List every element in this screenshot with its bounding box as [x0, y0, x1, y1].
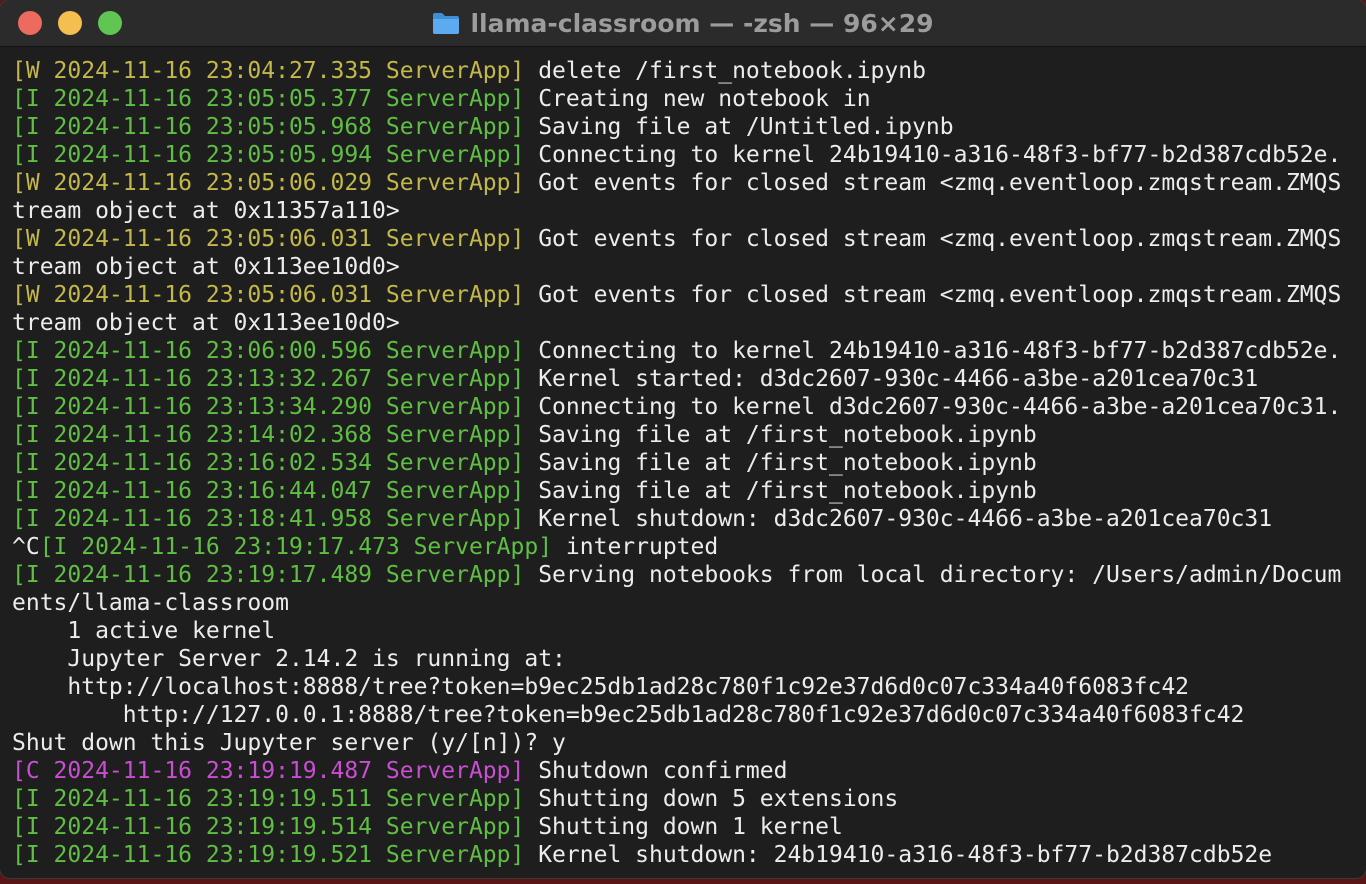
log-prefix: [W 2024-11-16 23:05:06.031 ServerApp] — [12, 282, 525, 308]
log-message: Creating new notebook in — [524, 86, 871, 112]
log-prefix: [W 2024-11-16 23:05:06.031 ServerApp] — [12, 226, 525, 252]
log-message: Connecting to kernel 24b19410-a316-48f3-… — [524, 338, 1342, 364]
output-text: tream object at 0x113ee10d0> — [12, 310, 400, 336]
log-prefix: [I 2024-11-16 23:19:19.511 ServerApp] — [12, 786, 525, 812]
terminal-line: Shut down this Jupyter server (y/[n])? y — [12, 729, 1354, 757]
log-message: interrupted — [552, 534, 719, 560]
terminal-line: [I 2024-11-16 23:14:02.368 ServerApp] Sa… — [12, 421, 1354, 449]
output-text: Shut down this Jupyter server (y/[n])? y — [12, 730, 566, 756]
terminal-line: http://localhost:8888/tree?token=b9ec25d… — [12, 673, 1354, 701]
log-message: Kernel shutdown: 24b19410-a316-48f3-bf77… — [524, 842, 1273, 868]
output-text: tream object at 0x113ee10d0> — [12, 254, 400, 280]
log-prefix: [I 2024-11-16 23:19:19.514 ServerApp] — [12, 814, 525, 840]
terminal-line: [I 2024-11-16 23:16:44.047 ServerApp] Sa… — [12, 477, 1354, 505]
output-text: 1 active kernel — [12, 618, 276, 644]
log-prefix: [I 2024-11-16 23:13:34.290 ServerApp] — [12, 394, 525, 420]
terminal-line: ents/llama-classroom — [12, 589, 1354, 617]
terminal-line: [W 2024-11-16 23:04:27.335 ServerApp] de… — [12, 57, 1354, 85]
output-text: ents/llama-classroom — [12, 590, 289, 616]
terminal-line: ^C[I 2024-11-16 23:19:17.473 ServerApp] … — [12, 533, 1354, 561]
log-prefix: [I 2024-11-16 23:05:05.968 ServerApp] — [12, 114, 525, 140]
log-message: Connecting to kernel d3dc2607-930c-4466-… — [524, 394, 1342, 420]
output-text: http://127.0.0.1:8888/tree?token=b9ec25d… — [12, 702, 1245, 728]
terminal-line: [I 2024-11-16 23:13:34.290 ServerApp] Co… — [12, 393, 1354, 421]
log-message: Got events for closed stream <zmq.eventl… — [524, 170, 1342, 196]
log-prefix: [I 2024-11-16 23:14:02.368 ServerApp] — [12, 422, 525, 448]
terminal-line: [I 2024-11-16 23:19:19.514 ServerApp] Sh… — [12, 813, 1354, 841]
terminal-line: Jupyter Server 2.14.2 is running at: — [12, 645, 1354, 673]
window-title-area: llama-classroom — -zsh — 96×29 — [0, 0, 1366, 46]
log-prefix: [I 2024-11-16 23:19:17.473 ServerApp] — [39, 534, 553, 560]
log-prefix: [C 2024-11-16 23:19:19.487 ServerApp] — [12, 758, 525, 784]
output-text: Jupyter Server 2.14.2 is running at: — [12, 646, 566, 672]
terminal-line: [I 2024-11-16 23:19:19.511 ServerApp] Sh… — [12, 785, 1354, 813]
terminal-line: 1 active kernel — [12, 617, 1354, 645]
terminal-line: [I 2024-11-16 23:19:19.521 ServerApp] Ke… — [12, 841, 1354, 869]
log-message: Got events for closed stream <zmq.eventl… — [524, 226, 1342, 252]
log-message: Shutdown confirmed — [524, 758, 788, 784]
log-prefix: [I 2024-11-16 23:05:05.994 ServerApp] — [12, 142, 525, 168]
terminal-window: llama-classroom — -zsh — 96×29 [W 2024-1… — [0, 0, 1366, 878]
terminal-line: http://127.0.0.1:8888/tree?token=b9ec25d… — [12, 701, 1354, 729]
terminal-line: [I 2024-11-16 23:06:00.596 ServerApp] Co… — [12, 337, 1354, 365]
log-message: Saving file at /Untitled.ipynb — [524, 114, 954, 140]
terminal-line: [C 2024-11-16 23:19:19.487 ServerApp] Sh… — [12, 757, 1354, 785]
window-title: llama-classroom — -zsh — 96×29 — [470, 8, 934, 38]
log-prefix: [I 2024-11-16 23:16:44.047 ServerApp] — [12, 478, 525, 504]
terminal-line: [I 2024-11-16 23:19:17.489 ServerApp] Se… — [12, 561, 1354, 589]
interrupt-marker: ^C — [12, 534, 40, 560]
terminal-line: [W 2024-11-16 23:05:06.031 ServerApp] Go… — [12, 225, 1354, 253]
terminal-line: [I 2024-11-16 23:05:05.377 ServerApp] Cr… — [12, 85, 1354, 113]
terminal-line: [I 2024-11-16 23:18:41.958 ServerApp] Ke… — [12, 505, 1354, 533]
terminal-line: [I 2024-11-16 23:05:05.994 ServerApp] Co… — [12, 141, 1354, 169]
terminal-line: [I 2024-11-16 23:13:32.267 ServerApp] Ke… — [12, 365, 1354, 393]
log-message: Connecting to kernel 24b19410-a316-48f3-… — [524, 142, 1342, 168]
log-message: Saving file at /first_notebook.ipynb — [524, 450, 1037, 476]
terminal-line: [I 2024-11-16 23:05:05.968 ServerApp] Sa… — [12, 113, 1354, 141]
log-message: Saving file at /first_notebook.ipynb — [524, 422, 1037, 448]
log-prefix: [I 2024-11-16 23:19:17.489 ServerApp] — [12, 562, 525, 588]
log-prefix: [I 2024-11-16 23:18:41.958 ServerApp] — [12, 506, 525, 532]
terminal-line: tream object at 0x11357a110> — [12, 197, 1354, 225]
log-prefix: [I 2024-11-16 23:05:05.377 ServerApp] — [12, 86, 525, 112]
log-message: Shutting down 5 extensions — [524, 786, 899, 812]
log-message: Shutting down 1 kernel — [524, 814, 843, 840]
log-message: Kernel started: d3dc2607-930c-4466-a3be-… — [524, 366, 1259, 392]
log-prefix: [I 2024-11-16 23:19:19.521 ServerApp] — [12, 842, 525, 868]
terminal-output[interactable]: [W 2024-11-16 23:04:27.335 ServerApp] de… — [0, 57, 1366, 878]
log-message: Kernel shutdown: d3dc2607-930c-4466-a3be… — [524, 506, 1273, 532]
log-prefix: [W 2024-11-16 23:05:06.029 ServerApp] — [12, 170, 525, 196]
terminal-line: [W 2024-11-16 23:05:06.029 ServerApp] Go… — [12, 169, 1354, 197]
log-prefix: [I 2024-11-16 23:06:00.596 ServerApp] — [12, 338, 525, 364]
folder-icon — [433, 13, 460, 34]
output-text: tream object at 0x11357a110> — [12, 198, 400, 224]
log-message: Serving notebooks from local directory: … — [524, 562, 1342, 588]
log-prefix: [I 2024-11-16 23:13:32.267 ServerApp] — [12, 366, 525, 392]
log-prefix: [I 2024-11-16 23:16:02.534 ServerApp] — [12, 450, 525, 476]
log-message: Saving file at /first_notebook.ipynb — [524, 478, 1037, 504]
terminal-line: tream object at 0x113ee10d0> — [12, 309, 1354, 337]
log-prefix: [W 2024-11-16 23:04:27.335 ServerApp] — [12, 58, 525, 84]
terminal-line: [I 2024-11-16 23:16:02.534 ServerApp] Sa… — [12, 449, 1354, 477]
title-bar[interactable]: llama-classroom — -zsh — 96×29 — [0, 0, 1366, 47]
log-message: delete /first_notebook.ipynb — [524, 58, 926, 84]
output-text: http://localhost:8888/tree?token=b9ec25d… — [12, 674, 1190, 700]
log-message: Got events for closed stream <zmq.eventl… — [524, 282, 1342, 308]
terminal-line: [W 2024-11-16 23:05:06.031 ServerApp] Go… — [12, 281, 1354, 309]
terminal-line: tream object at 0x113ee10d0> — [12, 253, 1354, 281]
